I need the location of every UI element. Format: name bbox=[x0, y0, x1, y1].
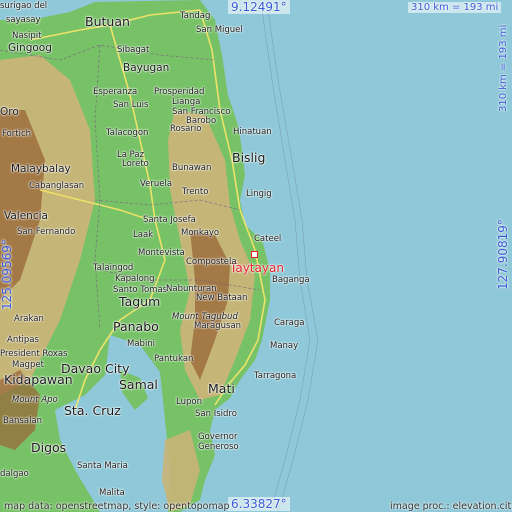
place-label: San Miguel bbox=[196, 25, 243, 35]
right-scale: 310 km = 193 mi bbox=[498, 24, 509, 112]
place-label: Tarragona bbox=[254, 371, 297, 381]
place-label: Malaybalay bbox=[11, 163, 71, 175]
place-label: Baganga bbox=[272, 275, 310, 285]
place-label: Governor Generoso bbox=[198, 432, 239, 452]
place-label: Cabanglasan bbox=[29, 181, 85, 191]
place-label: Gingoog bbox=[8, 42, 52, 54]
place-label: Prosperidad bbox=[154, 87, 205, 97]
place-label: Pantukan bbox=[154, 354, 194, 364]
place-label: Nasipit bbox=[12, 31, 42, 41]
place-label: Bansalan bbox=[3, 416, 43, 426]
place-label: San Isidro bbox=[195, 409, 237, 419]
place-label: Panabo bbox=[113, 319, 159, 334]
place-label: Montevista bbox=[138, 248, 185, 258]
place-label: Magpet bbox=[12, 360, 44, 370]
place-label: Lupon bbox=[176, 397, 202, 407]
place-label: Tandag bbox=[180, 11, 211, 21]
place-label: Santa Maria bbox=[77, 461, 128, 471]
place-label: Antipas bbox=[7, 335, 39, 345]
place-label: Tagum bbox=[119, 294, 161, 309]
place-label: Oro bbox=[0, 106, 19, 118]
place-label: Lianga bbox=[172, 97, 201, 107]
place-label: Cateel bbox=[254, 234, 282, 244]
place-label: Mabini bbox=[127, 339, 156, 349]
place-label: San Fernando bbox=[17, 227, 76, 237]
place-label: Trento bbox=[182, 187, 209, 197]
place-label: Caraga bbox=[274, 318, 305, 328]
place-label: Monkayo bbox=[181, 228, 220, 238]
elevation-map: Taytayan surigao del sayasay Butuan Tand… bbox=[0, 0, 512, 512]
place-label: Esperanza bbox=[93, 87, 138, 97]
place-label: Loreto bbox=[122, 159, 149, 169]
place-label: dalgao bbox=[0, 469, 29, 479]
place-label: Kapalong bbox=[115, 274, 155, 284]
square-marker-icon bbox=[251, 251, 258, 258]
place-label: Valencia bbox=[4, 210, 48, 222]
place-label: Rosario bbox=[170, 124, 202, 134]
image-credit: image proc.: elevation.city bbox=[390, 501, 512, 512]
map-credit: map data: openstreetmap, style: opentopo… bbox=[4, 501, 230, 512]
place-label: Lingig bbox=[246, 189, 272, 199]
place-label: Laak bbox=[133, 230, 154, 240]
place-label: Santa Josefa bbox=[143, 215, 196, 225]
place-label: Mount Apo bbox=[12, 395, 58, 405]
left-longitude: 125.09569° bbox=[0, 239, 14, 310]
place-label: Talaingod bbox=[93, 263, 134, 273]
place-label: Maragusan bbox=[194, 321, 242, 331]
place-label: Fortich bbox=[2, 129, 32, 139]
place-label: Compostela bbox=[186, 257, 237, 267]
top-latitude: 9.12491° bbox=[228, 0, 290, 14]
place-label: Sta. Cruz bbox=[64, 403, 121, 418]
place-label: Butuan bbox=[85, 14, 130, 29]
place-label: Mati bbox=[208, 381, 235, 396]
place-label: Malita bbox=[99, 488, 125, 498]
place-label: Hinatuan bbox=[233, 127, 272, 137]
place-label: Digos bbox=[31, 440, 67, 455]
place-label: Talacogon bbox=[106, 128, 149, 138]
place-label: Veruela bbox=[140, 179, 173, 189]
place-label: Sibagat bbox=[117, 45, 150, 55]
place-label: surigao del bbox=[0, 1, 48, 11]
place-label: President Roxas bbox=[0, 349, 68, 359]
place-label: New Bataan bbox=[196, 293, 248, 303]
place-label: Davao City bbox=[61, 361, 130, 376]
place-label: Bunawan bbox=[172, 163, 212, 173]
place-label: Samal bbox=[119, 377, 158, 392]
right-longitude: 127.90819° bbox=[496, 219, 510, 290]
highlight-label: Taytayan bbox=[230, 261, 284, 275]
place-label: sayasay bbox=[6, 15, 41, 25]
place-label: Bislig bbox=[232, 150, 266, 165]
place-label: Arakan bbox=[14, 314, 44, 324]
place-label: Bayugan bbox=[123, 62, 170, 74]
place-label: Manay bbox=[270, 341, 299, 351]
place-label: San Luis bbox=[113, 100, 149, 110]
top-scale: 310 km = 193 mi bbox=[408, 2, 502, 13]
bottom-latitude: 6.33827° bbox=[228, 497, 290, 511]
